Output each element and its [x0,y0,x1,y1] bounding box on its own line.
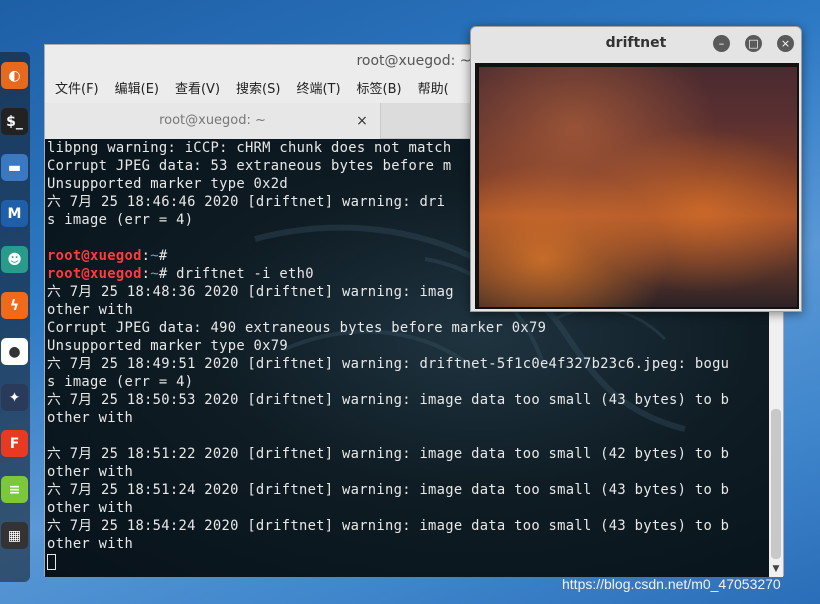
maximize-button[interactable]: □ [745,35,762,52]
dock: ◐ $_ ▬ M ☻ ϟ ● ✦ F ≡ ▦ [0,52,30,582]
terminal-line: other with [47,410,134,426]
armitage-icon[interactable]: ☻ [1,246,28,273]
burpsuite-icon[interactable]: ϟ [1,292,28,319]
captured-sunset-image[interactable] [479,67,797,307]
terminal-line: 六 7月 25 18:51:24 2020 [driftnet] warning… [47,482,730,498]
driftnet-image-canvas [475,63,799,309]
terminal-tab[interactable]: root@xuegod: ~ × [45,103,381,139]
prompt-command: # driftnet -i eth0 [158,266,314,282]
terminal-cursor-line[interactable] [47,553,767,571]
menu-item[interactable]: 标签(B) [357,77,402,103]
scrollbar-thumb[interactable] [771,409,781,559]
terminal-tab-label: root@xuegod: ~ [159,113,266,128]
prompt-path: ~ [150,266,159,282]
menu-item[interactable]: 搜索(S) [236,77,280,103]
metasploit-icon[interactable]: M [1,200,28,227]
firefox-icon[interactable]: ◐ [1,62,28,89]
prompt-path: ~ [150,248,159,264]
text-cursor [47,554,56,570]
driftnet-window: driftnet – □ × [470,26,802,312]
prompt-user: root@xuegod [47,248,142,264]
scroll-down-arrow-icon[interactable]: ▼ [769,563,783,575]
terminal-line: other with [47,536,134,552]
csdn-watermark: https://blog.csdn.net/m0_47053270 [562,576,781,592]
terminal-line: other with [47,500,134,516]
terminal-line: 六 7月 25 18:54:24 2020 [driftnet] warning… [47,518,730,534]
apps-grid-icon[interactable]: ▦ [1,522,28,549]
terminal-line: Unsupported marker type 0x79 [47,338,288,354]
faraday-icon[interactable]: F [1,430,28,457]
terminal-line: 六 7月 25 18:51:22 2020 [driftnet] warning… [47,446,730,462]
prompt-user: root@xuegod [47,266,142,282]
folder-icon[interactable]: ▬ [1,154,28,181]
prompt-separator: : [141,266,151,282]
menu-item[interactable]: 终端(T) [296,77,340,103]
terminal-line: other with [47,464,134,480]
prompt-command: # [158,248,177,264]
terminal-line: 六 7月 25 18:49:51 2020 [driftnet] warning… [47,356,730,372]
minimize-button[interactable]: – [713,35,730,52]
terminal-line: 六 7月 25 18:50:53 2020 [driftnet] warning… [47,392,730,408]
notes-icon[interactable]: ≡ [1,476,28,503]
menu-item[interactable]: 编辑(E) [115,77,159,103]
tab-close-icon[interactable]: × [352,103,372,139]
beef-icon[interactable]: ✦ [1,384,28,411]
maltego-icon[interactable]: ● [1,338,28,365]
menu-item[interactable]: 文件(F) [55,77,99,103]
terminal-line: Corrupt JPEG data: 490 extraneous bytes … [47,320,547,336]
close-button[interactable]: × [777,35,794,52]
prompt-separator: : [141,248,151,264]
menu-item[interactable]: 查看(V) [175,77,220,103]
terminal-icon[interactable]: $_ [1,108,28,135]
terminal-line: s image (err = 4) [47,374,194,390]
menu-item[interactable]: 帮助( [418,77,449,103]
